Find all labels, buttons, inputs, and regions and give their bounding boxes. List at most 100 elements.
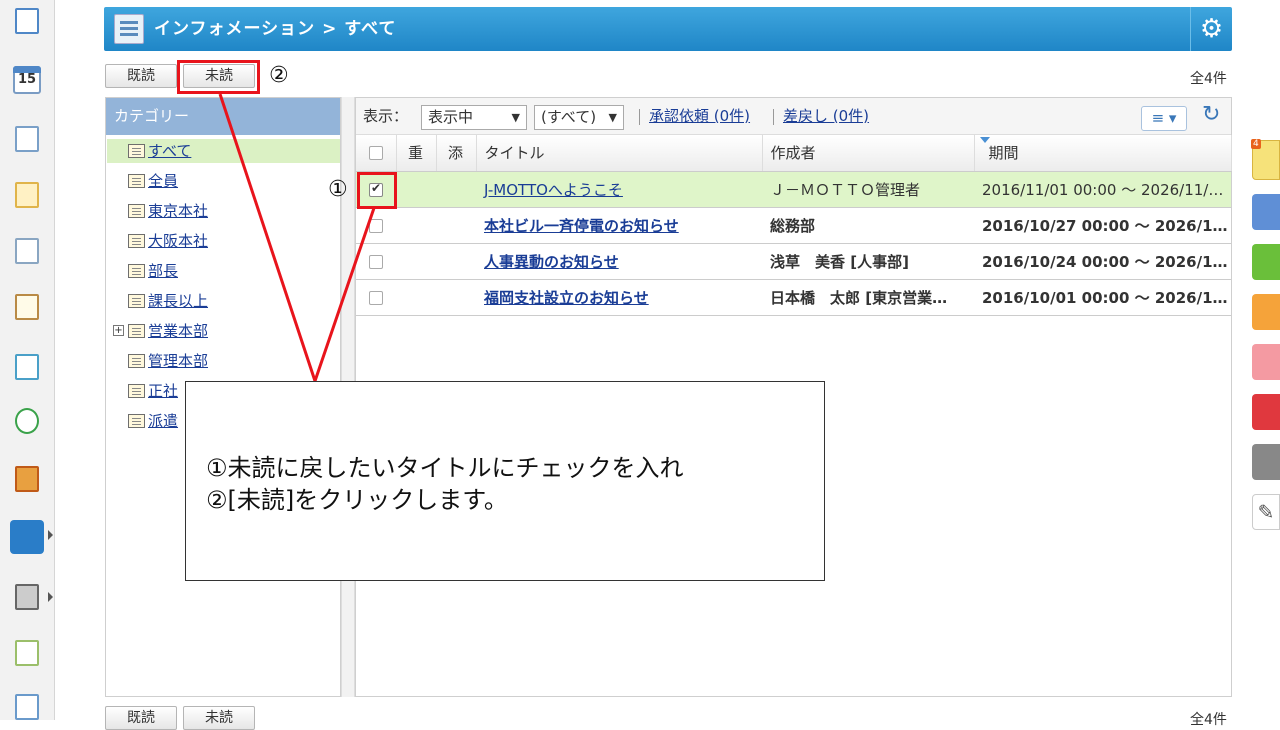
notification-icon[interactable]: 4 xyxy=(1251,139,1280,180)
neo-icon[interactable] xyxy=(10,520,44,554)
info-icon[interactable] xyxy=(10,234,44,268)
row-checkbox[interactable] xyxy=(369,290,383,305)
row-title-link[interactable]: 本社ビル一斉停電のお知らせ xyxy=(484,217,679,235)
category-item[interactable]: 全員 xyxy=(128,169,178,193)
sort-desc-icon xyxy=(979,137,990,143)
title-cell[interactable]: 本社ビル一斉停電のお知らせ xyxy=(476,207,762,244)
category-link[interactable]: 管理本部 xyxy=(148,352,208,370)
color-tab-green[interactable] xyxy=(1252,244,1280,280)
color-tab-blue[interactable] xyxy=(1252,194,1280,230)
color-tab-orange[interactable] xyxy=(1252,294,1280,330)
row-title-link[interactable]: 人事異動のお知らせ xyxy=(484,253,619,271)
chevron-down-icon: ▼ xyxy=(511,111,520,124)
attachment-cell xyxy=(436,243,476,280)
category-link[interactable]: 営業本部 xyxy=(148,322,208,340)
category-link[interactable]: 大阪本社 xyxy=(148,232,208,250)
mark-unread-button-bottom[interactable]: 未読 xyxy=(183,706,255,730)
folder-icon xyxy=(128,324,145,338)
row-checkbox-cell[interactable] xyxy=(356,279,396,316)
pencil-icon[interactable]: ✎ xyxy=(1252,494,1280,530)
row-checkbox-cell[interactable] xyxy=(356,207,396,244)
mark-read-button[interactable]: 既読 xyxy=(105,64,177,88)
table-header-row: 重 添 タイトル 作成者 期間 xyxy=(356,135,1232,172)
title-cell[interactable]: 福岡支社設立のお知らせ xyxy=(476,279,762,316)
report-icon[interactable] xyxy=(10,290,44,324)
importance-cell xyxy=(396,243,436,280)
column-importance[interactable]: 重 xyxy=(396,135,437,172)
instruction-line-1: ①未読に戻したいタイトルにチェックを入れ xyxy=(206,454,684,482)
remand-link[interactable]: 差戻し (0件) xyxy=(783,98,869,135)
category-item[interactable]: 正社 xyxy=(128,379,178,403)
row-title-link[interactable]: J-MOTTOへようこそ xyxy=(484,181,623,199)
color-tab-red[interactable] xyxy=(1252,394,1280,430)
category-link[interactable]: 部長 xyxy=(148,262,178,280)
folder-icon xyxy=(128,414,145,428)
filter-select[interactable]: (すべて) ▼ xyxy=(534,105,624,130)
category-link[interactable]: 正社 xyxy=(148,382,178,400)
separator xyxy=(639,109,640,125)
folder-icon xyxy=(128,234,145,248)
row-checkbox[interactable] xyxy=(369,218,383,233)
folder-icon xyxy=(128,294,145,308)
color-tab-gray[interactable] xyxy=(1252,444,1280,480)
category-item[interactable]: 派遣 xyxy=(128,409,178,433)
select-all-checkbox[interactable] xyxy=(369,146,383,161)
table-row[interactable]: 福岡支社設立のお知らせ 日本橋 太郎 [東京営業… 2016/10/01 00:… xyxy=(356,279,1231,316)
category-item[interactable]: 管理本部 xyxy=(128,349,208,373)
category-item[interactable]: 東京本社 xyxy=(128,199,208,223)
calendar-day: 15 xyxy=(13,66,41,94)
row-checkbox-cell[interactable] xyxy=(356,243,396,280)
category-item[interactable]: 営業本部 xyxy=(128,319,208,343)
view-menu-button[interactable]: ≡ ▾ xyxy=(1141,106,1187,131)
refresh-icon[interactable]: ↻ xyxy=(1202,102,1220,127)
select-all-checkbox-cell[interactable] xyxy=(356,135,397,172)
portal-icon[interactable] xyxy=(10,4,44,38)
table-row[interactable]: 本社ビル一斉停電のお知らせ 総務部 2016/10/27 00:00 ～ 202… xyxy=(356,207,1231,244)
category-link[interactable]: 課長以上 xyxy=(148,292,208,310)
gear-icon[interactable]: ⚙ xyxy=(1190,7,1232,51)
display-select[interactable]: 表示中 ▼ xyxy=(421,105,527,130)
total-count-bottom: 全4件 xyxy=(1190,712,1227,728)
row-title-link[interactable]: 福岡支社設立のお知らせ xyxy=(484,289,649,307)
category-link[interactable]: すべて xyxy=(148,142,191,160)
photo-icon[interactable] xyxy=(10,690,44,724)
column-attachment[interactable]: 添 xyxy=(436,135,477,172)
chevron-right-icon[interactable] xyxy=(48,530,53,540)
search-doc-icon[interactable] xyxy=(10,350,44,384)
category-item-all[interactable]: すべて xyxy=(107,139,340,163)
tanomail-icon[interactable] xyxy=(10,636,44,670)
importance-cell xyxy=(396,171,436,208)
color-tab-pink[interactable] xyxy=(1252,344,1280,380)
chevron-down-icon: ▼ xyxy=(608,111,617,124)
attachment-cell xyxy=(436,207,476,244)
category-link[interactable]: 全員 xyxy=(148,172,178,190)
approval-request-link[interactable]: 承認依頼 (0件) xyxy=(649,98,750,135)
total-count: 全4件 xyxy=(1190,71,1227,87)
column-author[interactable]: 作成者 xyxy=(762,135,975,172)
category-item[interactable]: 部長 xyxy=(128,259,178,283)
folder-icon xyxy=(128,384,145,398)
expand-icon[interactable]: + xyxy=(113,325,124,336)
category-link[interactable]: 東京本社 xyxy=(148,202,208,220)
app-rail: 15 xyxy=(0,0,55,720)
category-link[interactable]: 派遣 xyxy=(148,412,178,430)
table-row[interactable]: J-MOTTOへようこそ Ｊ－ＭＯＴＴＯ管理者 2016/11/01 00:00… xyxy=(356,171,1231,208)
memo-icon[interactable] xyxy=(10,178,44,212)
column-period[interactable]: 期間 xyxy=(974,135,1232,172)
folder-icon[interactable] xyxy=(10,580,44,614)
chart-icon[interactable] xyxy=(10,122,44,156)
author-cell: 浅草 美香 [人事部] xyxy=(762,243,974,280)
binder-icon[interactable] xyxy=(10,462,44,496)
column-title[interactable]: タイトル xyxy=(476,135,763,172)
table-row[interactable]: 人事異動のお知らせ 浅草 美香 [人事部] 2016/10/24 00:00 ～… xyxy=(356,243,1231,280)
recycle-icon[interactable] xyxy=(10,404,44,438)
chevron-right-icon[interactable] xyxy=(48,592,53,602)
mark-read-button-bottom[interactable]: 既読 xyxy=(105,706,177,730)
title-cell[interactable]: J-MOTTOへようこそ xyxy=(476,171,762,208)
unread-button-highlight xyxy=(177,60,260,94)
title-cell[interactable]: 人事異動のお知らせ xyxy=(476,243,762,280)
calendar-icon[interactable]: 15 xyxy=(10,62,44,96)
row-checkbox[interactable] xyxy=(369,254,383,269)
category-item[interactable]: 大阪本社 xyxy=(128,229,208,253)
category-item[interactable]: 課長以上 xyxy=(128,289,208,313)
